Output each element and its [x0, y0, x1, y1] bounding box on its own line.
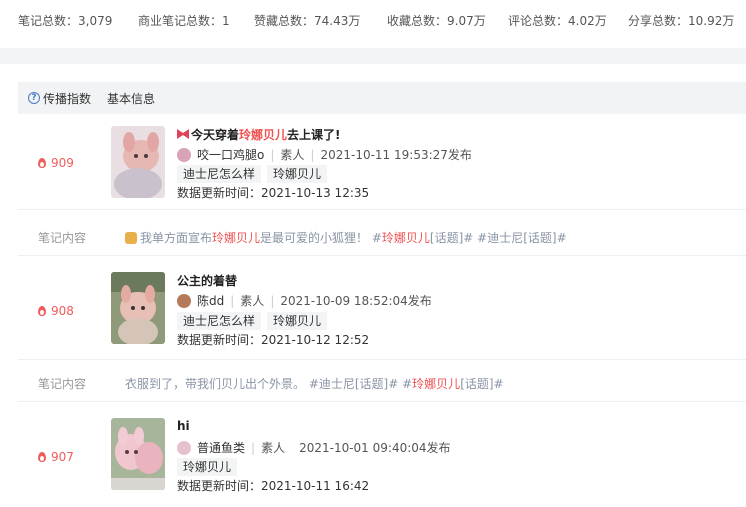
highlight-keyword: 玲娜贝儿	[381, 231, 430, 245]
tag[interactable]: 玲娜贝儿	[267, 165, 328, 183]
author-role: 素人	[280, 148, 305, 162]
rank-badge: 907	[38, 450, 74, 464]
note-title[interactable]: hi	[177, 419, 190, 433]
author-line: 普通鱼类 | 素人 2021-10-01 09:40:04发布	[177, 439, 451, 456]
update-time: 数据更新时间：2021-10-11 16:42	[177, 479, 370, 493]
stat-collects: 收藏总数：9.07万	[387, 14, 486, 28]
table-row[interactable]: 908 公主的着替 陈dd | 素人 | 2021-10-09 18:52:04…	[18, 260, 746, 360]
author-role: 素人	[261, 441, 286, 455]
note-title[interactable]: 今天穿着玲娜贝儿去上课了!	[177, 126, 341, 143]
highlight-keyword: 玲娜贝儿	[412, 377, 461, 391]
publish-time: 2021-10-01 09:40:04发布	[299, 441, 451, 455]
table-row[interactable]: 907 hi 普通鱼类 | 素人 2021-10-01 09:40:04发布 玲…	[18, 406, 746, 507]
avatar[interactable]	[177, 440, 191, 455]
tag[interactable]: 玲娜贝儿	[177, 458, 238, 476]
update-time: 数据更新时间：2021-10-13 12:35	[177, 186, 370, 200]
section-divider	[0, 48, 746, 64]
divider: |	[270, 147, 275, 162]
highlight-keyword: 玲娜贝儿	[212, 231, 261, 245]
spread-index-label: 传播指数	[43, 91, 92, 106]
tag-list: 玲娜贝儿	[177, 458, 243, 476]
note-thumbnail[interactable]	[111, 126, 165, 198]
note-thumbnail[interactable]	[111, 418, 165, 490]
publish-time: 2021-10-11 19:53:27发布	[320, 148, 472, 162]
note-content-row: 笔记内容 衣服到了，带我们贝儿出个外景。 #迪士尼[话题]# # 玲娜贝儿 [话题]…	[18, 366, 746, 402]
stat-business-notes: 商业笔记总数：1	[138, 14, 230, 28]
avatar[interactable]	[177, 293, 191, 308]
rank-badge: 908	[38, 304, 74, 318]
note-content: 我单方面宣布 玲娜贝儿 是最可爱的小狐狸！ # 玲娜贝儿 [话题]# #迪士尼[话题]#	[125, 229, 567, 246]
tag-list: 迪士尼怎么样 玲娜贝儿	[177, 312, 333, 330]
stat-notes: 笔记总数：3,079	[18, 14, 113, 28]
stat-shares: 分享总数：10.92万	[628, 14, 735, 28]
stat-comments: 评论总数：4.02万	[508, 14, 607, 28]
update-time: 数据更新时间：2021-10-12 12:52	[177, 333, 370, 347]
stats-bar: 笔记总数：3,079 商业笔记总数：1 赞藏总数：74.43万 收藏总数：9.0…	[0, 0, 746, 40]
emoji-icon	[125, 231, 137, 244]
publish-time: 2021-10-09 18:52:04发布	[280, 294, 432, 308]
note-content: 衣服到了，带我们贝儿出个外景。 #迪士尼[话题]# # 玲娜贝儿 [话题]#	[125, 377, 504, 391]
divider: |	[251, 440, 256, 455]
divider: |	[310, 147, 315, 162]
fire-icon	[38, 158, 46, 168]
avatar[interactable]	[177, 147, 191, 162]
highlight-keyword: 玲娜贝儿	[239, 128, 288, 142]
rank-value: 909	[51, 156, 74, 170]
bow-icon	[177, 129, 189, 139]
rank-value: 908	[51, 304, 74, 318]
thumbnail-image	[111, 126, 165, 198]
fire-icon	[38, 452, 46, 462]
help-icon[interactable]: ?	[28, 92, 40, 104]
divider: |	[230, 293, 235, 308]
content-label: 笔记内容	[38, 231, 87, 245]
note-thumbnail[interactable]	[111, 272, 165, 344]
spread-index-header[interactable]: ? 传播指数	[28, 90, 91, 107]
tag[interactable]: 迪士尼怎么样	[177, 312, 262, 330]
note-content-row: 笔记内容 我单方面宣布 玲娜贝儿 是最可爱的小狐狸！ # 玲娜贝儿 [话题]# #迪士尼…	[18, 220, 746, 256]
author-role: 素人	[240, 294, 265, 308]
rank-badge: 909	[38, 156, 74, 170]
content-label: 笔记内容	[38, 377, 87, 391]
rank-value: 907	[51, 450, 74, 464]
tag-list: 迪士尼怎么样 玲娜贝儿	[177, 165, 333, 183]
author-name[interactable]: 陈dd	[197, 292, 224, 309]
stat-likes: 赞藏总数：74.43万	[254, 14, 361, 28]
author-line: 咬一口鸡腿o | 素人 | 2021-10-11 19:53:27发布	[177, 146, 472, 163]
author-name[interactable]: 咬一口鸡腿o	[197, 146, 264, 163]
thumbnail-image	[111, 418, 165, 490]
author-line: 陈dd | 素人 | 2021-10-09 18:52:04发布	[177, 292, 432, 309]
divider: |	[270, 293, 275, 308]
thumbnail-image	[111, 272, 165, 344]
table-header: ? 传播指数 基本信息	[18, 82, 746, 114]
table-row[interactable]: 909 今天穿着玲娜贝儿去上课了! 咬一口鸡腿o | 素人 | 2021-10-…	[18, 114, 746, 210]
fire-icon	[38, 306, 46, 316]
author-name[interactable]: 普通鱼类	[197, 439, 245, 456]
note-title[interactable]: 公主的着替	[177, 272, 237, 289]
basic-info-label: 基本信息	[107, 91, 156, 106]
tag[interactable]: 迪士尼怎么样	[177, 165, 262, 183]
tag[interactable]: 玲娜贝儿	[267, 312, 328, 330]
